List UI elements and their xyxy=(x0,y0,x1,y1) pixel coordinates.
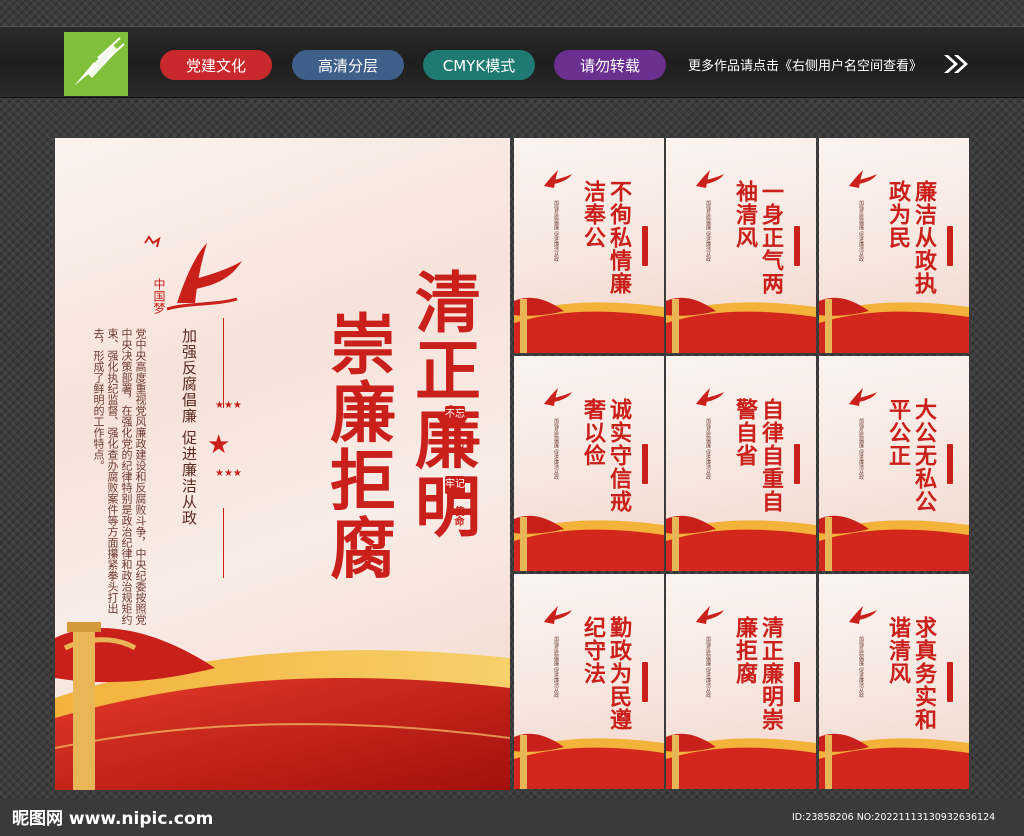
card-seal xyxy=(642,226,648,266)
china-dream-logo xyxy=(849,170,877,188)
red-ribbon-wave xyxy=(666,733,816,789)
card-subtitle: 加强反腐倡廉 促进廉洁从政 xyxy=(553,200,559,262)
red-ribbon-wave xyxy=(666,515,816,571)
card-subtitle: 加强反腐倡廉 促进廉洁从政 xyxy=(858,636,864,698)
slogan-card: 自律自重自警自省 加强反腐倡廉 促进廉洁从政 xyxy=(666,356,816,571)
slogan-card: 诚实守信戒奢以俭 加强反腐倡廉 促进廉洁从政 xyxy=(514,356,664,571)
card-title: 清正廉明崇廉拒腐 xyxy=(732,616,784,731)
card-title: 求真务实和谐清风 xyxy=(885,616,937,731)
red-ribbon-wave xyxy=(55,622,510,790)
slogan-card: 不徇私情廉洁奉公 加强反腐倡廉 促进廉洁从政 xyxy=(514,138,664,353)
divider-line xyxy=(223,508,224,578)
card-seal xyxy=(947,226,953,266)
card-title: 勤政为民遵纪守法 xyxy=(580,616,632,731)
seal-not-forget: 不忘 xyxy=(445,406,465,424)
slogan-card: 勤政为民遵纪守法 加强反腐倡廉 促进廉洁从政 xyxy=(514,574,664,789)
divider-line xyxy=(223,318,224,408)
card-seal xyxy=(642,662,648,702)
star-icon: ★★★ xyxy=(215,468,242,479)
slogan-card: 大公无私公平公正 加强反腐倡廉 促进廉洁从政 xyxy=(819,356,969,571)
red-ribbon-wave xyxy=(819,297,969,353)
slogan-card: 求真务实和谐清风 加强反腐倡廉 促进廉洁从政 xyxy=(819,574,969,789)
card-seal xyxy=(794,444,800,484)
poster-title-col2: 崇廉拒腐 xyxy=(319,310,397,582)
card-subtitle: 加强反腐倡廉 促进廉洁从政 xyxy=(858,418,864,480)
double-chevron-right-icon[interactable] xyxy=(942,53,970,75)
china-dream-logo xyxy=(696,170,724,188)
china-dream-logo xyxy=(544,606,572,624)
star-icon: ★ xyxy=(207,430,231,460)
slogan-card: 廉洁从政执政为民 加强反腐倡廉 促进廉洁从政 xyxy=(819,138,969,353)
poster-subtitle: 加强反腐倡廉 促进廉洁从政 xyxy=(180,328,198,526)
tag-high-res-layers[interactable]: 高清分层 xyxy=(292,50,404,80)
card-seal xyxy=(947,444,953,484)
main-poster: 中国梦 清正廉明 崇廉拒腐 加强反腐倡廉 促进廉洁从政 党中央高度重视党风廉政建… xyxy=(55,138,510,790)
card-seal xyxy=(794,662,800,702)
brand-mark-text: 中国梦 xyxy=(152,278,166,314)
card-seal xyxy=(642,444,648,484)
card-subtitle: 加强反腐倡廉 促进廉洁从政 xyxy=(705,418,711,480)
china-dream-logo xyxy=(849,388,877,406)
tag-no-repost[interactable]: 请勿转载 xyxy=(554,50,666,80)
card-title: 不徇私情廉洁奉公 xyxy=(580,180,632,295)
red-ribbon-wave xyxy=(514,515,664,571)
poster-title-col1: 清正廉明 xyxy=(404,268,482,540)
tag-cmyk-mode[interactable]: CMYK模式 xyxy=(423,50,535,80)
seal-remember: 牢记 xyxy=(445,476,465,494)
card-title: 廉洁从政执政为民 xyxy=(885,180,937,295)
card-subtitle: 加强反腐倡廉 促进廉洁从政 xyxy=(858,200,864,262)
site-watermark: 昵图网 www.nipic.com xyxy=(12,809,214,829)
site-logo xyxy=(64,32,128,96)
card-title: 自律自重自警自省 xyxy=(732,398,784,513)
red-ribbon-wave xyxy=(666,297,816,353)
red-ribbon-wave xyxy=(819,733,969,789)
slogan-card: 清正廉明崇廉拒腐 加强反腐倡廉 促进廉洁从政 xyxy=(666,574,816,789)
tag-party-culture[interactable]: 党建文化 xyxy=(160,50,272,80)
china-dream-logo xyxy=(849,606,877,624)
red-ribbon-wave xyxy=(514,297,664,353)
card-title: 诚实守信戒奢以俭 xyxy=(580,398,632,513)
card-subtitle: 加强反腐倡廉 促进廉洁从政 xyxy=(553,418,559,480)
card-seal xyxy=(794,226,800,266)
more-works-link[interactable]: 更多作品请点击《右侧用户名空间查看》 xyxy=(688,55,922,74)
seal-text-initial: 初心 xyxy=(452,438,463,458)
china-dream-logo xyxy=(696,606,724,624)
card-seal xyxy=(947,662,953,702)
slogan-card: 一身正气两袖清风 加强反腐倡廉 促进廉洁从政 xyxy=(666,138,816,353)
card-title: 大公无私公平公正 xyxy=(885,398,937,513)
china-dream-logo xyxy=(544,170,572,188)
card-title: 一身正气两袖清风 xyxy=(732,180,784,295)
card-subtitle: 加强反腐倡廉 促进廉洁从政 xyxy=(705,200,711,262)
card-subtitle: 加强反腐倡廉 促进廉洁从政 xyxy=(705,636,711,698)
china-dream-logo xyxy=(696,388,724,406)
card-subtitle: 加强反腐倡廉 促进廉洁从政 xyxy=(553,636,559,698)
red-ribbon-wave xyxy=(819,515,969,571)
image-id: ID:23858206 NO:20221113130932636124 xyxy=(792,812,996,823)
pen-nib-icon xyxy=(64,32,128,96)
red-ribbon-wave xyxy=(514,733,664,789)
star-icon: ★★★ xyxy=(215,400,242,411)
seal-text-mission: 使命 xyxy=(452,506,463,526)
china-dream-logo xyxy=(544,388,572,406)
